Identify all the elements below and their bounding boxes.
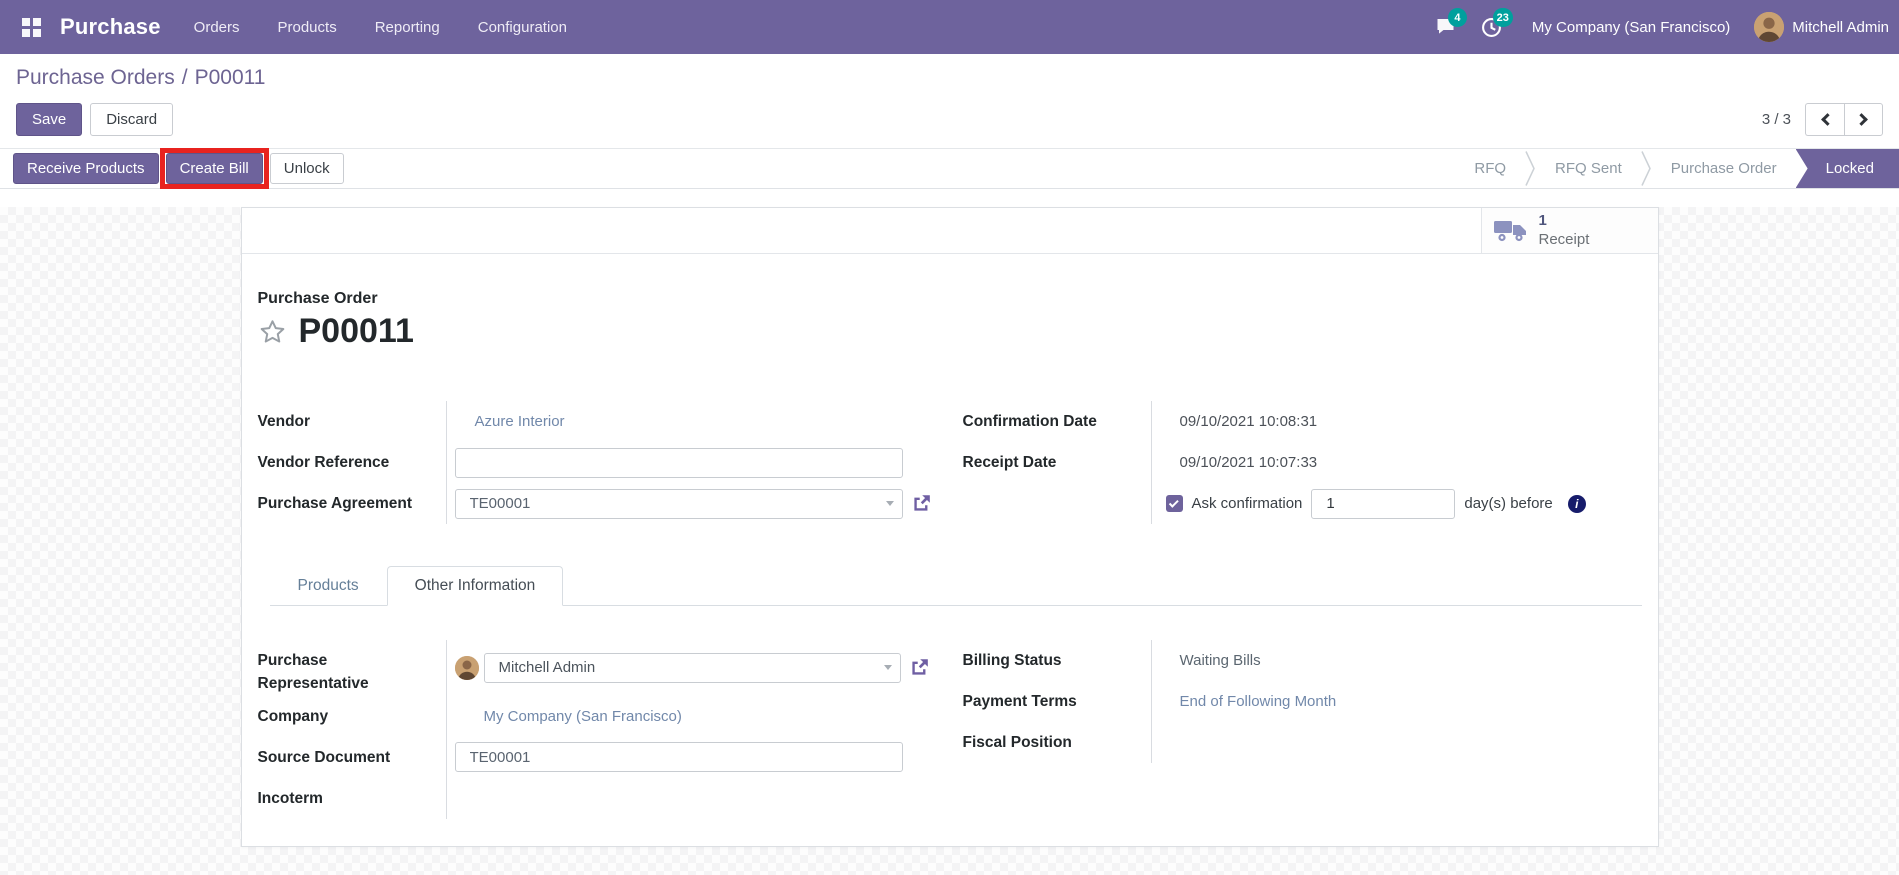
- messages-button[interactable]: 4: [1426, 7, 1467, 47]
- pager-next-button[interactable]: [1844, 103, 1883, 136]
- purchase-representative-label: Purchase Representative: [257, 652, 369, 693]
- payment-terms-value-link[interactable]: End of Following Month: [1160, 693, 1337, 710]
- other-info-left-group: Purchase Representative Mitchell Admin C…: [258, 640, 937, 819]
- unlock-button[interactable]: Unlock: [269, 153, 344, 184]
- company-switcher[interactable]: My Company (San Francisco): [1532, 19, 1730, 36]
- vendor-label: Vendor: [257, 413, 311, 430]
- days-before-label: day(s) before: [1464, 495, 1553, 512]
- app-brand[interactable]: Purchase: [60, 14, 161, 40]
- vendor-reference-input[interactable]: [454, 447, 903, 478]
- days-before-input[interactable]: [1311, 488, 1456, 519]
- breadcrumb-separator: /: [181, 66, 188, 89]
- ask-confirmation-checkbox[interactable]: [1165, 495, 1183, 512]
- fiscal-position-value-empty[interactable]: [1150, 722, 1642, 763]
- receipt-date-label: Receipt Date: [962, 454, 1057, 471]
- messages-badge: 4: [1447, 8, 1467, 27]
- tab-other-information[interactable]: Other Information: [386, 566, 564, 606]
- vendor-reference-label: Vendor Reference: [257, 454, 390, 471]
- activities-button[interactable]: 23: [1472, 7, 1513, 47]
- grid-icon: [21, 17, 41, 37]
- breadcrumb-current: P00011: [194, 66, 266, 89]
- external-link-icon[interactable]: [910, 658, 929, 677]
- smart-button-strip: 1 Receipt: [241, 208, 1658, 254]
- confirmation-date-value: 09/10/2021 10:08:31: [1179, 413, 1318, 430]
- incoterm-value-empty[interactable]: [445, 777, 937, 819]
- purchase-representative-input[interactable]: [483, 652, 901, 683]
- menu-configuration[interactable]: Configuration: [459, 0, 586, 54]
- company-label: Company: [257, 707, 329, 725]
- pager-counter: 3 / 3: [1761, 111, 1791, 128]
- receipt-date-value: 09/10/2021 10:07:33: [1179, 454, 1318, 471]
- representative-avatar: [454, 655, 479, 680]
- control-panel: Purchase Orders / P00011 Save Discard 3 / …: [0, 54, 1899, 148]
- other-info-right-group: Billing Status Waiting Bills Payment Ter…: [963, 640, 1642, 763]
- purchase-agreement-input[interactable]: [454, 488, 903, 519]
- confirmation-date-label: Confirmation Date: [962, 413, 1097, 430]
- status-step-locked-active[interactable]: Locked: [1795, 149, 1899, 188]
- notebook-tabs: Products Other Information: [269, 566, 1642, 606]
- control-panel-buttons-row: Save Discard 3 / 3: [16, 103, 1883, 136]
- pager-previous-button[interactable]: [1805, 103, 1844, 136]
- source-document-input[interactable]: [454, 742, 903, 772]
- status-step-rfq[interactable]: RFQ: [1455, 149, 1525, 188]
- external-link-icon[interactable]: [912, 494, 931, 513]
- statusbar: RFQ RFQ Sent Purchase Order Locked: [1455, 149, 1899, 188]
- status-step-rfq-sent[interactable]: RFQ Sent: [1536, 149, 1641, 188]
- save-button[interactable]: Save: [16, 103, 83, 136]
- top-navbar: Purchase Orders Products Reporting Confi…: [0, 0, 1899, 54]
- document-type-label: Purchase Order: [257, 290, 378, 307]
- breadcrumb-parent[interactable]: Purchase Orders: [16, 66, 175, 89]
- navbar-right: 4 23 My Company (San Francisco) Mitchell…: [1426, 7, 1889, 47]
- action-bar: Receive Products Create Bill Unlock RFQ …: [0, 148, 1899, 189]
- receipt-count: 1: [1538, 211, 1547, 229]
- discard-button[interactable]: Discard: [90, 103, 174, 136]
- receipt-smart-button[interactable]: 1 Receipt: [1480, 208, 1658, 253]
- left-field-group: Vendor Azure Interior Vendor Reference P…: [258, 401, 937, 524]
- vendor-value-link[interactable]: Azure Interior: [455, 413, 565, 430]
- pager: [1805, 103, 1883, 136]
- purchase-agreement-label: Purchase Agreement: [257, 495, 413, 512]
- billing-status-value: Waiting Bills: [1179, 652, 1261, 669]
- other-information-pane: Purchase Representative Mitchell Admin C…: [258, 640, 1642, 819]
- payment-terms-label: Payment Terms: [962, 693, 1077, 710]
- source-document-label: Source Document: [257, 748, 391, 766]
- tab-products[interactable]: Products: [270, 566, 387, 606]
- user-avatar: [1754, 12, 1785, 42]
- menu-orders[interactable]: Orders: [175, 0, 259, 54]
- company-value-link[interactable]: My Company (San Francisco): [455, 708, 682, 725]
- main-menu: Orders Products Reporting Configuration: [175, 0, 586, 54]
- create-bill-button[interactable]: Create Bill: [165, 153, 263, 184]
- menu-products[interactable]: Products: [259, 0, 356, 54]
- title-block: Purchase Order P00011: [258, 290, 1642, 351]
- empty-label: [963, 483, 1151, 524]
- receive-products-button[interactable]: Receive Products: [13, 153, 159, 184]
- form-sheet: 1 Receipt Purchase Order P00011 Vendor A…: [240, 207, 1659, 847]
- activities-badge: 23: [1492, 8, 1513, 27]
- info-icon: [1567, 494, 1586, 513]
- incoterm-label: Incoterm: [257, 789, 323, 807]
- user-name: Mitchell Admin: [1792, 18, 1889, 36]
- breadcrumb: Purchase Orders / P00011: [16, 66, 1883, 90]
- ask-confirmation-label: Ask confirmation: [1191, 495, 1303, 512]
- main-field-groups: Vendor Azure Interior Vendor Reference P…: [258, 401, 1642, 524]
- receipt-label: Receipt: [1538, 230, 1590, 248]
- status-separator-icon: [1525, 149, 1536, 188]
- apps-menu-icon[interactable]: [14, 10, 48, 44]
- page-title: P00011: [298, 312, 414, 350]
- chevron-left-icon: [1820, 113, 1834, 126]
- favorite-star-icon[interactable]: [258, 318, 287, 346]
- menu-reporting[interactable]: Reporting: [356, 0, 459, 54]
- status-step-purchase-order[interactable]: Purchase Order: [1652, 149, 1796, 188]
- billing-status-label: Billing Status: [962, 652, 1062, 669]
- content-area: 1 Receipt Purchase Order P00011 Vendor A…: [0, 207, 1899, 875]
- user-menu[interactable]: Mitchell Admin: [1754, 12, 1889, 42]
- right-field-group: Confirmation Date 09/10/2021 10:08:31 Re…: [963, 401, 1642, 524]
- chevron-right-icon: [1855, 113, 1868, 126]
- status-separator-icon: [1641, 149, 1652, 188]
- truck-icon: [1493, 220, 1526, 241]
- fiscal-position-label: Fiscal Position: [962, 734, 1072, 751]
